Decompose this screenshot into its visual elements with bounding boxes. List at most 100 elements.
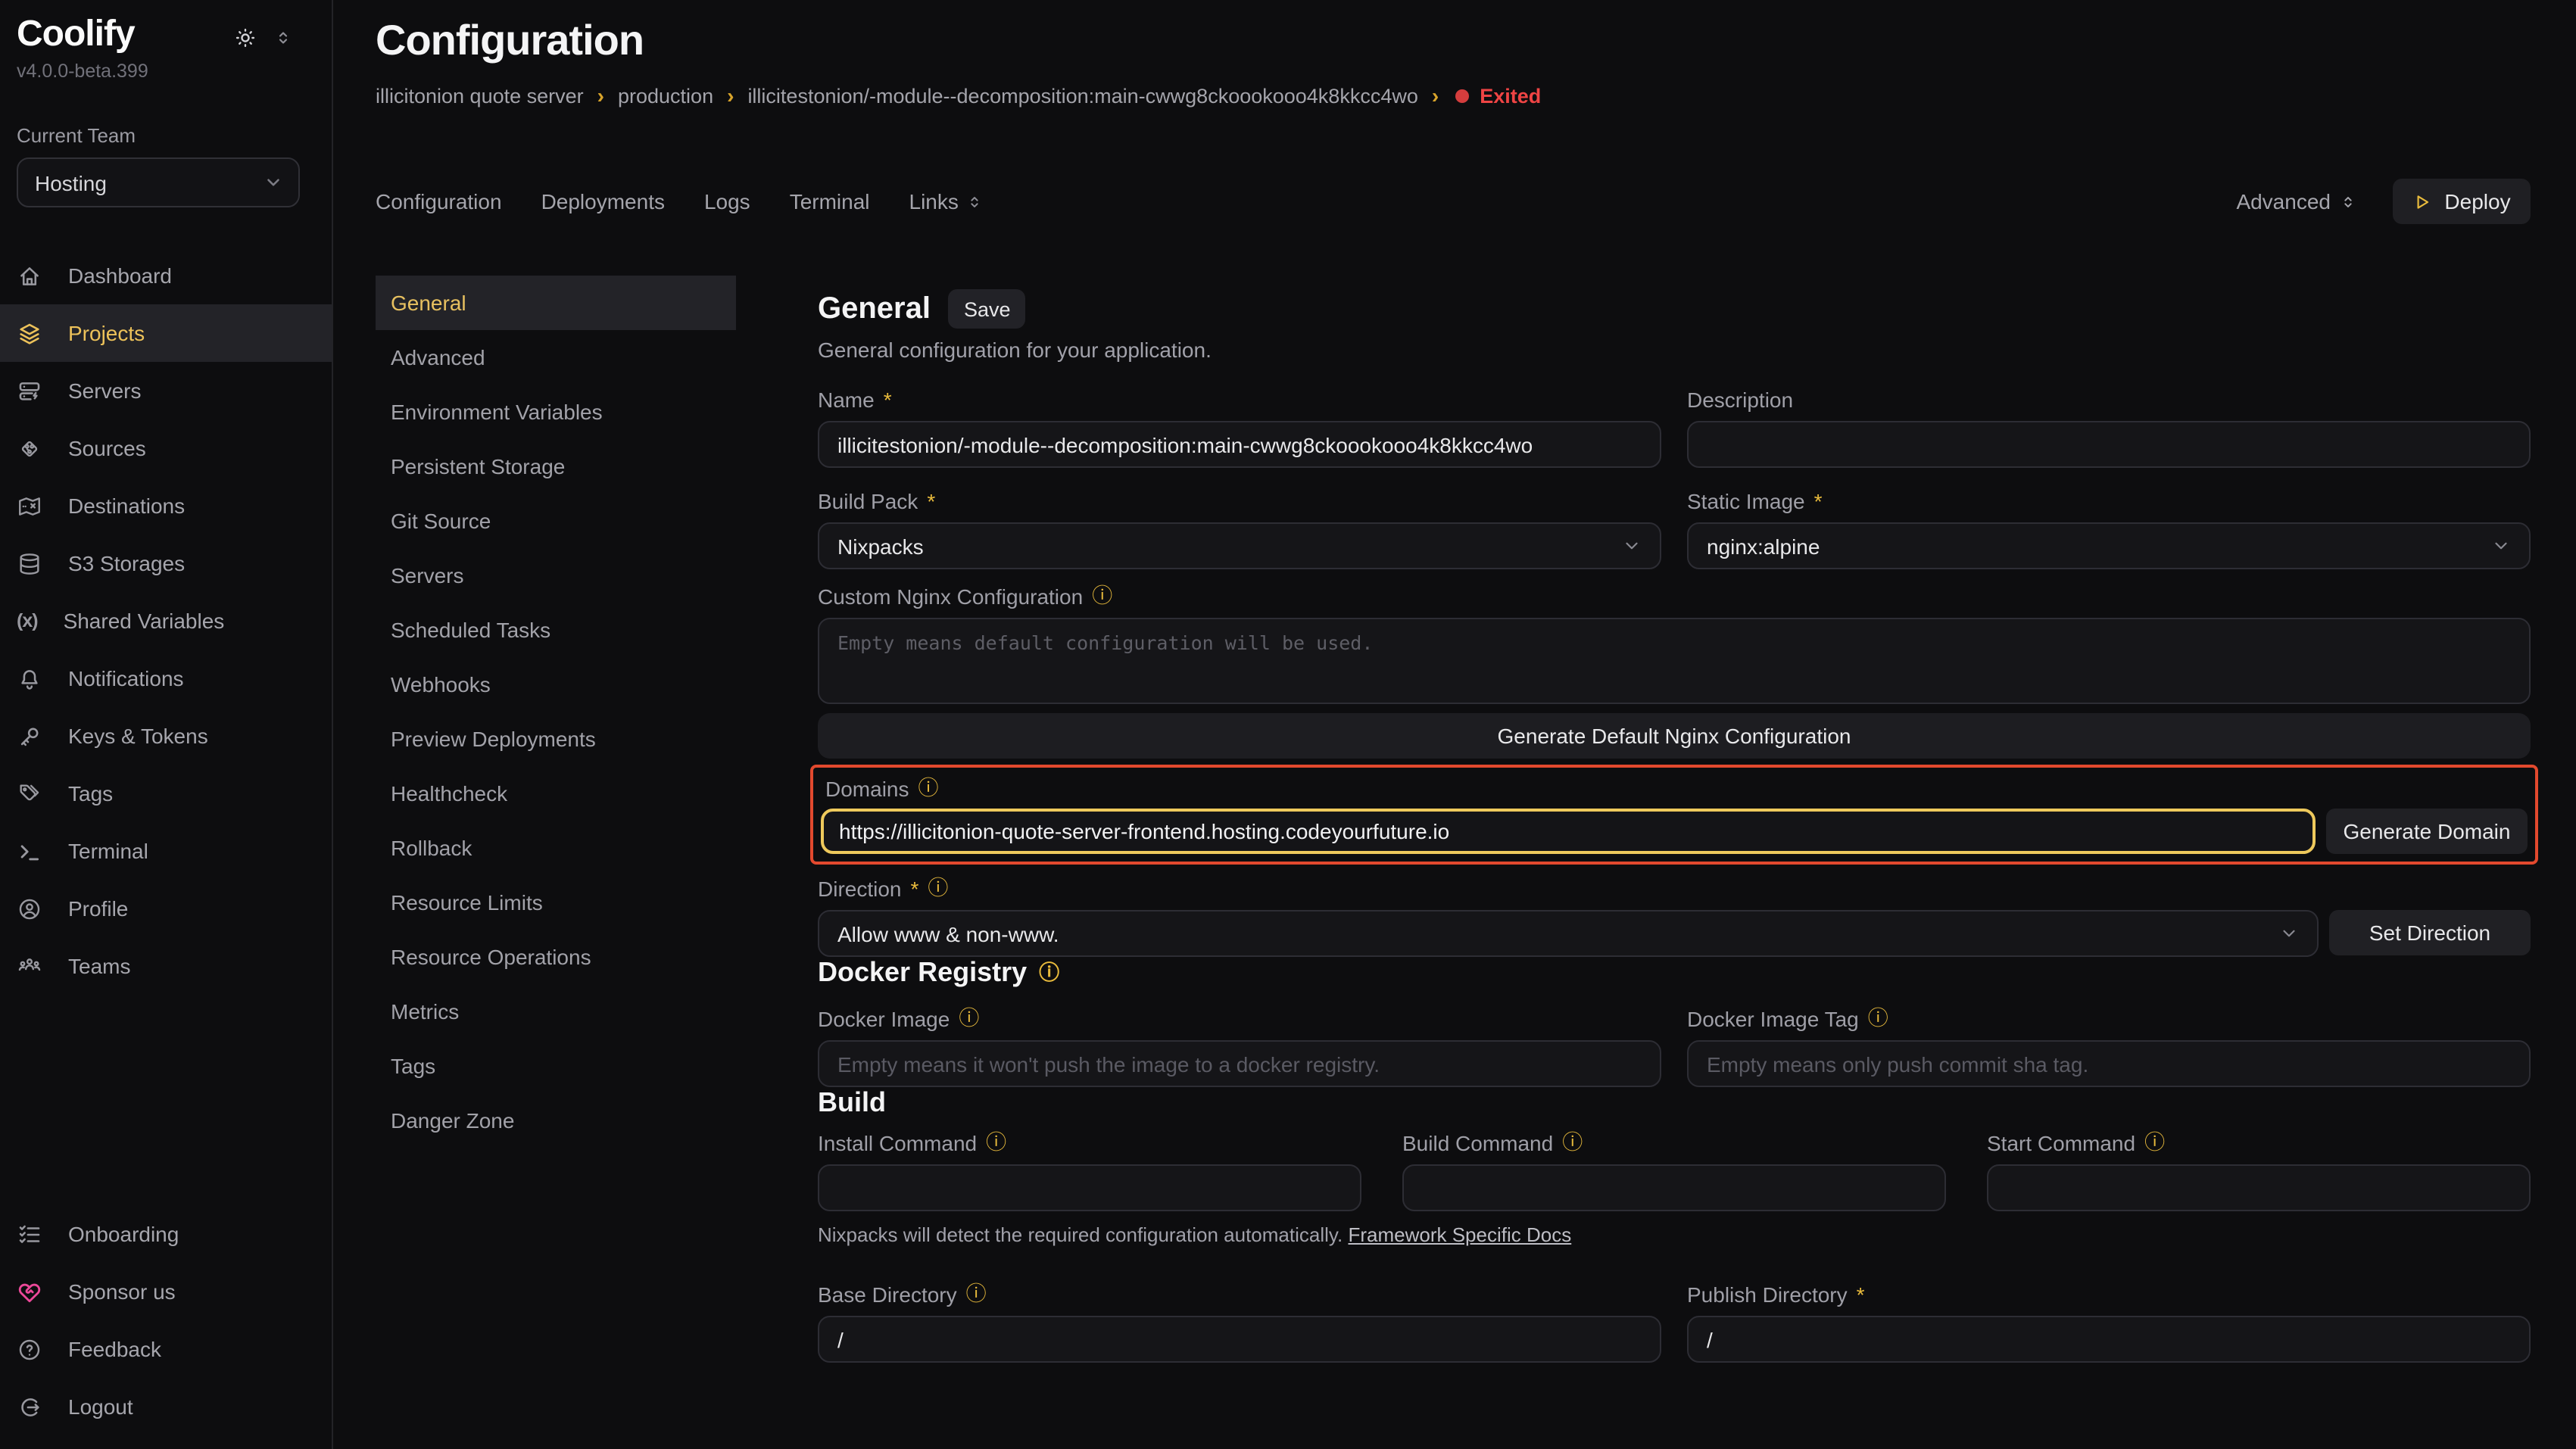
direction-select[interactable]: Allow www & non-www. <box>818 910 2319 957</box>
sidebar-item-feedback[interactable]: Feedback <box>0 1320 332 1378</box>
sidebar-item-teams[interactable]: Teams <box>0 937 332 995</box>
sidebar-item-projects[interactable]: Projects <box>0 304 332 362</box>
tab-logs[interactable]: Logs <box>704 189 750 213</box>
info-icon[interactable]: ⓘ <box>928 879 948 899</box>
sidebar-item-servers[interactable]: Servers <box>0 362 332 419</box>
info-icon[interactable]: ⓘ <box>1039 963 1059 983</box>
set-direction-button[interactable]: Set Direction <box>2329 910 2531 955</box>
chevrons-up-down-icon <box>2340 192 2356 211</box>
build-command-input[interactable] <box>1402 1164 1946 1211</box>
tab-terminal[interactable]: Terminal <box>790 189 870 213</box>
required-asterisk: * <box>927 489 935 513</box>
static-image-field: Static Image* nginx:alpine <box>1687 486 2531 569</box>
base-directory-input[interactable]: / <box>818 1316 1661 1363</box>
status-label: Exited <box>1480 84 1541 107</box>
name-input[interactable]: illicitestonion/-module--decomposition:m… <box>818 421 1661 468</box>
page-title: Configuration <box>376 15 644 67</box>
sidebar-item-destinations[interactable]: Destinations <box>0 477 332 534</box>
sidebar-item-dashboard[interactable]: Dashboard <box>0 247 332 304</box>
static-image-select[interactable]: nginx:alpine <box>1687 522 2531 569</box>
subnav-item-git-source[interactable]: Git Source <box>376 494 736 548</box>
theme-selector-chevrons-icon[interactable] <box>274 27 292 48</box>
domains-input[interactable]: https://illicitonion-quote-server-fronte… <box>821 809 2316 854</box>
info-icon[interactable]: ⓘ <box>1868 1009 1888 1030</box>
subnav-item-webhooks[interactable]: Webhooks <box>376 657 736 712</box>
generate-nginx-button[interactable]: Generate Default Nginx Configuration <box>818 713 2531 759</box>
sidebar-item-label: Notifications <box>68 666 184 690</box>
subnav-item-rollback[interactable]: Rollback <box>376 821 736 875</box>
sidebar-item-label: Servers <box>68 379 141 403</box>
subnav-item-persistent-storage[interactable]: Persistent Storage <box>376 439 736 494</box>
subnav-item-resource-limits[interactable]: Resource Limits <box>376 875 736 930</box>
deploy-button[interactable]: Deploy <box>2393 179 2531 224</box>
domains-highlight-box: Domains ⓘ https://illicitonion-quote-ser… <box>810 765 2538 865</box>
subnav-item-resource-operations[interactable]: Resource Operations <box>376 930 736 984</box>
app-logo[interactable]: Coolify <box>17 15 135 55</box>
sidebar-item-logout[interactable]: Logout <box>0 1378 332 1435</box>
docker-image-tag-input[interactable]: Empty means only push commit sha tag. <box>1687 1040 2531 1087</box>
subnav-item-healthcheck[interactable]: Healthcheck <box>376 766 736 821</box>
tab-deployments[interactable]: Deployments <box>541 189 665 213</box>
sidebar-item-keys-tokens[interactable]: Keys & Tokens <box>0 707 332 765</box>
info-icon[interactable]: ⓘ <box>2144 1133 2165 1154</box>
sidebar-item-terminal[interactable]: Terminal <box>0 822 332 880</box>
install-command-input[interactable] <box>818 1164 1361 1211</box>
name-field: Name* illicitestonion/-module--decomposi… <box>818 385 1661 468</box>
home-icon <box>17 263 42 288</box>
subnav-item-danger-zone[interactable]: Danger Zone <box>376 1093 736 1148</box>
subnav-item-tags[interactable]: Tags <box>376 1039 736 1093</box>
sidebar-item-notifications[interactable]: Notifications <box>0 650 332 707</box>
breadcrumb-environment[interactable]: production <box>618 84 713 107</box>
info-icon[interactable]: ⓘ <box>986 1133 1006 1154</box>
breadcrumb-application[interactable]: illicitestonion/-module--decomposition:m… <box>747 84 1417 107</box>
team-select[interactable]: Hosting <box>17 157 300 207</box>
custom-nginx-textarea[interactable]: Empty means default configuration will b… <box>818 618 2531 704</box>
general-heading-row: General Save <box>818 288 2531 330</box>
subnav-item-general[interactable]: General <box>376 276 736 330</box>
framework-docs-link[interactable]: Framework Specific Docs <box>1348 1223 1571 1246</box>
direction-label: Direction <box>818 877 902 901</box>
tab-links[interactable]: Links <box>909 189 983 213</box>
breadcrumb-project[interactable]: illicitonion quote server <box>376 84 584 107</box>
start-command-input[interactable] <box>1987 1164 2531 1211</box>
info-icon[interactable]: ⓘ <box>918 779 939 799</box>
docker-image-input[interactable]: Empty means it won't push the image to a… <box>818 1040 1661 1087</box>
description-input[interactable] <box>1687 421 2531 468</box>
tag-icon <box>17 781 42 806</box>
terminal-icon <box>17 838 42 864</box>
sidebar-item-profile[interactable]: Profile <box>0 880 332 937</box>
subnav-item-preview-deployments[interactable]: Preview Deployments <box>376 712 736 766</box>
subnav-item-scheduled-tasks[interactable]: Scheduled Tasks <box>376 603 736 657</box>
info-icon[interactable]: ⓘ <box>966 1285 987 1305</box>
sidebar-item-onboarding[interactable]: Onboarding <box>0 1205 332 1263</box>
breadcrumb-separator-icon: › <box>727 83 734 108</box>
theme-sun-icon[interactable] <box>233 26 257 50</box>
build-heading: Build <box>818 1087 2531 1119</box>
sidebar-footer: Onboarding Sponsor us Feedback Logout <box>0 1205 332 1435</box>
play-icon <box>2412 192 2432 211</box>
info-icon[interactable]: ⓘ <box>959 1009 979 1030</box>
chevron-down-icon <box>1622 536 1642 556</box>
sidebar-item-s3-storages[interactable]: S3 Storages <box>0 534 332 592</box>
sidebar: Coolify v4.0.0-beta.399 Current Team Hos… <box>0 0 333 1449</box>
subnav-item-environment-variables[interactable]: Environment Variables <box>376 385 736 439</box>
build-pack-select[interactable]: Nixpacks <box>818 522 1661 569</box>
publish-directory-field: Publish Directory * / <box>1687 1279 2531 1363</box>
sidebar-item-label: Profile <box>68 896 128 921</box>
sidebar-item-tags[interactable]: Tags <box>0 765 332 822</box>
save-button[interactable]: Save <box>949 289 1026 329</box>
advanced-menu[interactable]: Advanced <box>2236 189 2356 213</box>
publish-directory-input[interactable]: / <box>1687 1316 2531 1363</box>
subnav-item-servers[interactable]: Servers <box>376 548 736 603</box>
sidebar-item-sponsor-us[interactable]: Sponsor us <box>0 1263 332 1320</box>
sidebar-item-shared-variables[interactable]: (x) Shared Variables <box>0 592 332 650</box>
tab-configuration[interactable]: Configuration <box>376 189 502 213</box>
subnav-item-advanced[interactable]: Advanced <box>376 330 736 385</box>
subnav-item-metrics[interactable]: Metrics <box>376 984 736 1039</box>
sidebar-item-sources[interactable]: Sources <box>0 419 332 477</box>
chevrons-up-down-icon <box>966 192 983 211</box>
info-icon[interactable]: ⓘ <box>1562 1133 1583 1154</box>
generate-domain-button[interactable]: Generate Domain <box>2326 809 2528 854</box>
info-icon[interactable]: ⓘ <box>1092 587 1112 607</box>
theme-controls <box>233 26 292 50</box>
